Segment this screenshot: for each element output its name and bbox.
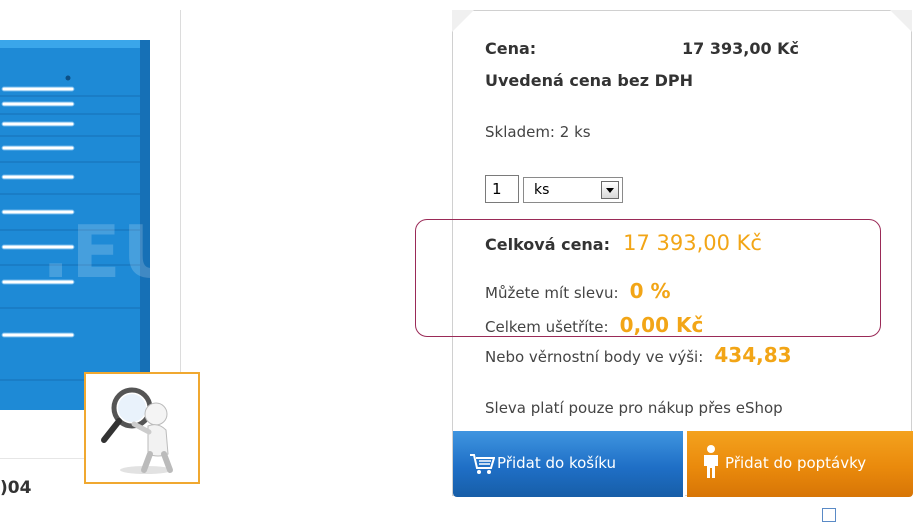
discount-label: Můžete mít slevu: bbox=[485, 284, 619, 302]
price-label: Cena: bbox=[485, 39, 537, 58]
loyalty-points-label: Nebo věrnostní body ve výši: bbox=[485, 348, 704, 366]
discount-value: 0 % bbox=[629, 279, 671, 303]
add-to-inquiry-button[interactable]: Přidat do poptávky bbox=[687, 431, 913, 497]
loyalty-points-row: Nebo věrnostní body ve výši: 434,83 bbox=[485, 343, 792, 367]
price-value: 17 393,00 Kč bbox=[682, 39, 800, 58]
panel-corner-decoration bbox=[452, 10, 474, 32]
add-to-cart-button[interactable]: Přidat do košíku bbox=[453, 431, 685, 497]
cart-icon bbox=[470, 454, 495, 474]
stock-status: Skladem: 2 ks bbox=[485, 123, 591, 141]
total-price-label: Celková cena: bbox=[485, 235, 610, 254]
total-price-value: 17 393,00 Kč bbox=[623, 231, 762, 255]
unit-select[interactable]: ks bbox=[523, 177, 623, 203]
product-info-panel: Cena: 17 393,00 Kč Uvedená cena bez DPH … bbox=[415, 10, 913, 497]
discount-row: Můžete mít slevu: 0 % bbox=[485, 279, 671, 303]
add-to-cart-label: Přidat do košíku bbox=[497, 454, 616, 472]
savings-value: 0,00 Kč bbox=[619, 313, 704, 337]
quantity-input[interactable] bbox=[485, 175, 519, 203]
price-row: Cena: 17 393,00 Kč bbox=[485, 39, 885, 58]
savings-row: Celkem ušetříte: 0,00 Kč bbox=[485, 313, 703, 337]
total-price-row: Celková cena: 17 393,00 Kč bbox=[485, 231, 762, 255]
magnifier-figure-icon bbox=[101, 387, 173, 474]
eshop-discount-note: Sleva platí pouze pro nákup přes eShop bbox=[485, 399, 783, 417]
chevron-down-icon[interactable] bbox=[601, 181, 619, 199]
image-watermark: .EU bbox=[42, 210, 183, 294]
panel-corner-decoration-right bbox=[890, 10, 912, 32]
vat-note: Uvedená cena bez DPH bbox=[485, 71, 694, 90]
unit-select-value: ks bbox=[534, 182, 550, 198]
person-icon bbox=[704, 445, 718, 478]
zoom-image-button[interactable] bbox=[84, 372, 200, 484]
compare-checkbox[interactable] bbox=[822, 508, 836, 522]
add-to-inquiry-label: Přidat do poptávky bbox=[725, 454, 867, 472]
loyalty-points-value: 434,83 bbox=[714, 343, 792, 367]
savings-label: Celkem ušetříte: bbox=[485, 318, 609, 336]
product-code-fragment: )04 bbox=[0, 478, 32, 498]
